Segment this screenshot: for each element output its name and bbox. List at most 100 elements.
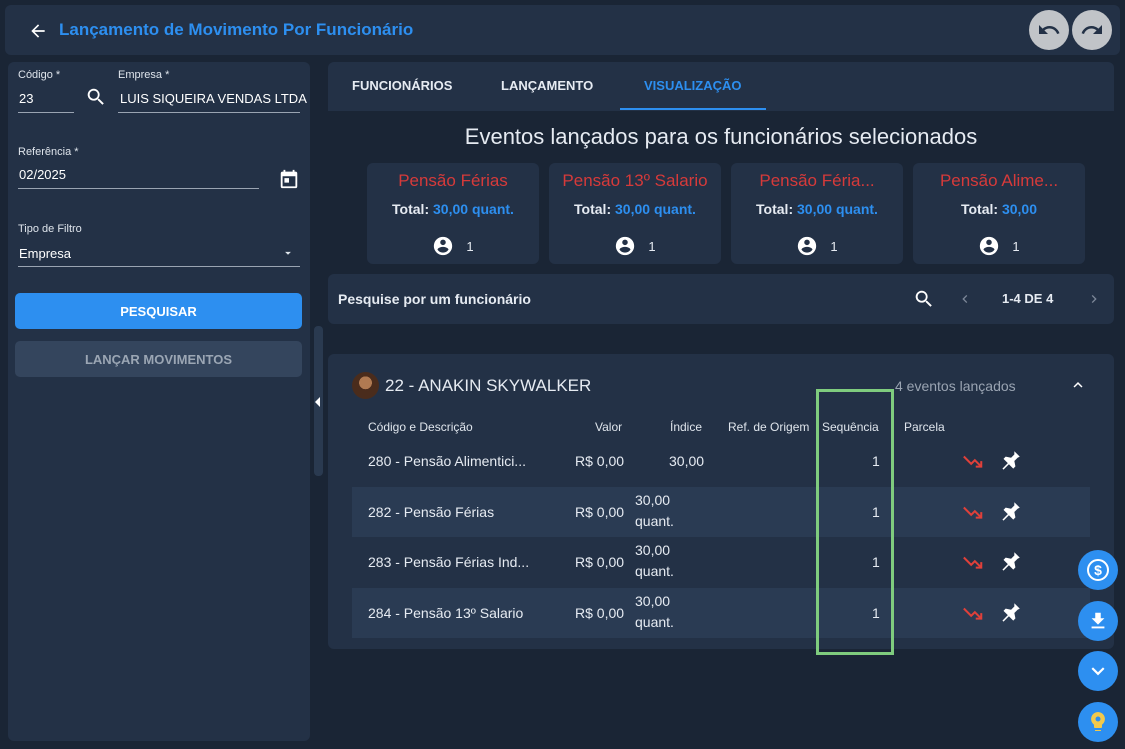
lancar-movimentos-button[interactable]: LANÇAR MOVIMENTOS — [15, 341, 302, 377]
undo-button[interactable] — [1029, 10, 1069, 50]
column-header: Índice — [670, 420, 703, 434]
tipo-filtro-label: Tipo de Filtro — [18, 223, 82, 235]
tipo-filtro-underline — [18, 266, 300, 267]
account-circle-icon — [980, 236, 999, 256]
chevron-right-icon[interactable] — [1086, 290, 1102, 308]
trending-down-icon[interactable] — [962, 554, 984, 572]
total-value: 30,00 — [1001, 201, 1037, 217]
indice-value: 30,00 — [635, 542, 671, 558]
cell-description: 282 - Pensão Férias — [368, 504, 495, 520]
tabs-bar: FUNCIONÁRIOS LANÇAMENTO VISUALIZAÇÃO — [328, 62, 1114, 111]
tab-lancamento[interactable]: LANÇAMENTO — [501, 78, 593, 93]
back-button[interactable] — [25, 18, 51, 44]
employee-card: 22 - ANAKIN SKYWALKER 4 eventos lançados… — [328, 354, 1114, 649]
chevron-down-icon — [1091, 667, 1105, 676]
table-row[interactable]: 280 - Pensão Alimentici... R$ 0,00 30,00… — [352, 436, 1090, 486]
empresa-underline — [118, 112, 300, 113]
trending-down-icon[interactable] — [962, 504, 984, 522]
pesquisar-button[interactable]: PESQUISAR — [15, 293, 302, 329]
svg-text:$: $ — [1094, 562, 1102, 578]
active-tab-indicator — [620, 108, 766, 110]
referencia-field[interactable]: 02/2025 — [19, 167, 66, 182]
account-circle-icon — [616, 236, 635, 256]
event-card-total: Total: 30,00 quant. — [731, 201, 903, 217]
pin-icon[interactable] — [997, 499, 1023, 525]
pin-icon[interactable] — [997, 448, 1023, 474]
indice-value: 30,00 — [635, 492, 671, 508]
chevron-up-icon[interactable] — [1069, 376, 1087, 394]
empresa-label: Empresa * — [118, 69, 170, 81]
event-card: Pensão Alime... Total: 30,00 1 — [913, 163, 1085, 264]
money-fab-button[interactable]: $ — [1078, 550, 1118, 590]
tipo-filtro-select[interactable]: Empresa — [19, 246, 71, 261]
pin-icon[interactable] — [997, 549, 1023, 575]
event-card-name: Pensão 13º Salario — [562, 171, 708, 190]
event-card-name: Pensão Alime... — [939, 171, 1059, 190]
employee-count: 1 — [648, 238, 656, 254]
total-label: Total: — [392, 201, 430, 217]
event-card: Pensão Féria... Total: 30,00 quant. 1 — [731, 163, 903, 264]
total-value: 30,00 quant. — [797, 201, 878, 217]
cell-valor: R$ 0,00 — [575, 453, 625, 469]
redo-icon — [1081, 25, 1102, 34]
tab-visualizacao[interactable]: VISUALIZAÇÃO — [644, 78, 742, 93]
dropdown-arrow-icon[interactable] — [281, 246, 295, 260]
avatar — [352, 372, 379, 399]
collapse-left-icon[interactable] — [313, 396, 323, 408]
event-card-count: 1 — [913, 235, 1085, 257]
trending-down-icon[interactable] — [962, 605, 984, 623]
events-count: 4 eventos lançados — [895, 378, 1016, 394]
column-header: Parcela — [904, 420, 945, 434]
referencia-underline — [18, 188, 259, 189]
total-value: 30,00 quant. — [433, 201, 514, 217]
table-row[interactable]: 284 - Pensão 13º Salario R$ 0,00 30,00 qu… — [352, 588, 1090, 638]
calendar-icon[interactable] — [278, 168, 300, 190]
lightbulb-icon — [1091, 712, 1105, 731]
cell-description: 284 - Pensão 13º Salario — [368, 605, 524, 621]
page-title: Lançamento de Movimento Por Funcionário — [59, 20, 414, 39]
search-icon[interactable] — [913, 288, 935, 310]
employee-name: 22 - ANAKIN SKYWALKER — [385, 376, 592, 395]
event-card-total: Total: 30,00 quant. — [549, 201, 721, 217]
event-card-count: 1 — [549, 235, 721, 257]
undo-icon — [1039, 25, 1060, 34]
tab-funcionarios[interactable]: FUNCIONÁRIOS — [352, 78, 452, 93]
account-circle-icon — [434, 236, 453, 256]
total-label: Total: — [960, 201, 999, 217]
codigo-underline — [18, 112, 74, 113]
cell-description: 283 - Pensão Férias Ind... — [368, 554, 530, 570]
indice-unit: quant. — [635, 614, 674, 630]
indice-unit: quant. — [635, 563, 674, 579]
employee-count: 1 — [466, 238, 474, 254]
column-header: Código e Descrição — [368, 420, 473, 434]
tips-fab-button[interactable] — [1078, 702, 1118, 742]
indice-value: 30,00 — [635, 593, 671, 609]
filter-panel: Código * 23 Empresa * LUIS SIQUEIRA VEND… — [8, 62, 310, 741]
employee-count: 1 — [830, 238, 838, 254]
arrow-left-icon — [31, 24, 45, 38]
table-row[interactable]: 282 - Pensão Férias R$ 0,00 30,00 quant. … — [352, 487, 1090, 537]
event-card-total: Total: 30,00 quant. — [367, 201, 539, 217]
cell-description: 280 - Pensão Alimentici... — [368, 453, 526, 469]
employee-search-title: Pesquise por um funcionário — [338, 291, 531, 307]
pin-icon[interactable] — [997, 600, 1023, 626]
search-icon[interactable] — [85, 86, 107, 108]
event-card: Pensão 13º Salario Total: 30,00 quant. 1 — [549, 163, 721, 264]
sequencia-highlight-box — [816, 389, 894, 655]
total-label: Total: — [574, 201, 612, 217]
redo-button[interactable] — [1072, 10, 1112, 50]
cell-indice: 30,00 quant. — [635, 540, 674, 582]
chevron-left-icon[interactable] — [957, 290, 973, 308]
column-header: Valor — [595, 420, 623, 434]
employee-count: 1 — [1012, 238, 1020, 254]
empresa-field[interactable]: LUIS SIQUEIRA VENDAS LTDA — [120, 91, 307, 106]
codigo-field[interactable]: 23 — [19, 91, 33, 106]
cell-valor: R$ 0,00 — [575, 504, 625, 520]
table-row[interactable]: 283 - Pensão Férias Ind... R$ 0,00 30,00… — [352, 537, 1090, 587]
expand-fab-button[interactable] — [1078, 651, 1118, 691]
download-fab-button[interactable] — [1078, 601, 1118, 641]
event-card-name: Pensão Férias — [398, 171, 508, 190]
event-card: Pensão Férias Total: 30,00 quant. 1 — [367, 163, 539, 264]
trending-down-icon[interactable] — [962, 453, 984, 471]
events-title: Eventos lançados para os funcionários se… — [464, 124, 978, 149]
